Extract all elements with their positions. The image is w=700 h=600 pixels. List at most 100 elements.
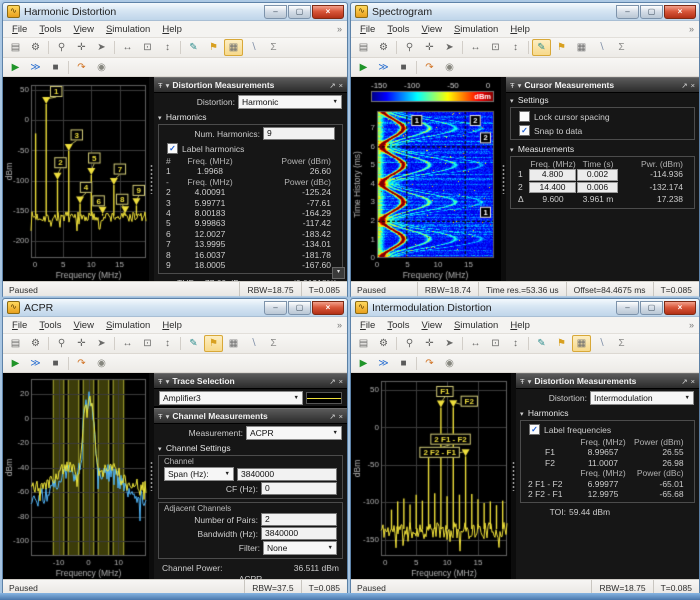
panel-collapse-icon[interactable]: ▾	[166, 377, 170, 386]
select-cursor-icon[interactable]: ➤	[92, 39, 111, 56]
print-icon[interactable]: ▤	[6, 39, 25, 56]
panel-collapse-icon[interactable]: ▾	[518, 81, 522, 90]
section-harmonics[interactable]: ▾ Harmonics	[516, 406, 699, 419]
panel-collapse-icon[interactable]: ▾	[166, 412, 170, 421]
axes-config-icon[interactable]: ∖	[244, 39, 263, 56]
cf-input[interactable]: 0	[261, 482, 337, 495]
peak-finder-icon[interactable]: ⚑	[552, 335, 571, 352]
axes-config-icon[interactable]: ∖	[244, 335, 263, 352]
signal-statistics-icon[interactable]: Σ	[264, 39, 283, 56]
menu-file[interactable]: File	[6, 23, 33, 36]
harmonic-spectrum-plot[interactable]	[3, 77, 149, 281]
menu-view[interactable]: View	[416, 319, 448, 332]
section-settings[interactable]: ▾ Settings	[506, 93, 699, 106]
span-x-icon[interactable]: ↔	[118, 335, 137, 352]
panel-pin-icon[interactable]: Ŧ	[510, 81, 515, 90]
acpr-spectrum-plot[interactable]	[3, 373, 149, 579]
menu-tools[interactable]: Tools	[381, 319, 415, 332]
panel-undock-icon[interactable]: ↗	[681, 377, 687, 386]
menu-view[interactable]: View	[68, 319, 100, 332]
section-measurements[interactable]: ▾ Measurements	[506, 142, 699, 155]
maximize-button[interactable]: ▢	[640, 4, 663, 19]
peak-finder-icon[interactable]: ⚑	[204, 39, 223, 56]
measurements-icon[interactable]: ▦	[572, 39, 591, 56]
panel-close-icon[interactable]: ×	[339, 412, 343, 421]
menu-overflow-icon[interactable]: »	[337, 320, 344, 330]
span-y-icon[interactable]: ↕	[506, 39, 525, 56]
select-cursor-icon[interactable]: ➤	[92, 335, 111, 352]
peak-finder-icon[interactable]: ⚑	[552, 39, 571, 56]
panel-close-icon[interactable]: ×	[339, 81, 343, 90]
trace-options-icon[interactable]: ✎	[184, 39, 203, 56]
peak-finder-icon[interactable]: ⚑	[204, 335, 223, 352]
panel-scroll-down-button[interactable]: ▾	[332, 267, 345, 279]
cursor1-freq-input[interactable]: 4.800	[529, 169, 576, 181]
run-icon[interactable]: ▶	[6, 59, 25, 76]
print-icon[interactable]: ▤	[354, 39, 373, 56]
num-harmonics-input[interactable]: 9	[263, 127, 335, 140]
menu-file[interactable]: File	[6, 319, 33, 332]
panel-close-icon[interactable]: ×	[691, 377, 695, 386]
stop-icon[interactable]: ■	[394, 355, 413, 372]
snapshot-icon[interactable]: ◉	[92, 59, 111, 76]
menu-simulation[interactable]: Simulation	[448, 319, 504, 332]
span-full-icon[interactable]: ⊡	[138, 335, 157, 352]
span-full-icon[interactable]: ⊡	[138, 39, 157, 56]
menu-file[interactable]: File	[354, 23, 381, 36]
step-forward-icon[interactable]: ≫	[26, 59, 45, 76]
close-button[interactable]: ×	[312, 4, 344, 19]
menu-file[interactable]: File	[354, 319, 381, 332]
print-icon[interactable]: ▤	[354, 335, 373, 352]
titlebar[interactable]: ∿ ACPR – ▢ ×	[3, 299, 347, 317]
spectrogram-plot[interactable]	[351, 77, 501, 281]
distortion-select[interactable]: Intermodulation ▼	[590, 391, 694, 405]
signal-statistics-icon[interactable]: Σ	[264, 335, 283, 352]
trace-options-icon[interactable]: ✎	[532, 39, 551, 56]
step-forward-icon[interactable]: ≫	[374, 355, 393, 372]
simulate-step-icon[interactable]: ↷	[72, 59, 91, 76]
menu-help[interactable]: Help	[156, 23, 188, 36]
panel-pin-icon[interactable]: Ŧ	[158, 412, 163, 421]
menu-simulation[interactable]: Simulation	[100, 319, 156, 332]
panel-collapse-icon[interactable]: ▾	[528, 377, 532, 386]
span-y-icon[interactable]: ↕	[158, 335, 177, 352]
menu-view[interactable]: View	[68, 23, 100, 36]
menu-view[interactable]: View	[416, 23, 448, 36]
run-icon[interactable]: ▶	[354, 59, 373, 76]
panel-close-icon[interactable]: ×	[339, 377, 343, 386]
simulate-step-icon[interactable]: ↷	[72, 355, 91, 372]
panel-close-icon[interactable]: ×	[691, 81, 695, 90]
snapshot-icon[interactable]: ◉	[440, 59, 459, 76]
menu-overflow-icon[interactable]: »	[689, 320, 696, 330]
imd-spectrum-plot[interactable]	[351, 373, 511, 579]
zoom-in-icon[interactable]: ⚲	[400, 335, 419, 352]
span-full-icon[interactable]: ⊡	[486, 39, 505, 56]
cursor2-time-input[interactable]: 0.006	[577, 181, 618, 194]
print-icon[interactable]: ▤	[6, 335, 25, 352]
panel-undock-icon[interactable]: ↗	[329, 412, 335, 421]
axes-config-icon[interactable]: ∖	[592, 39, 611, 56]
menu-simulation[interactable]: Simulation	[448, 23, 504, 36]
menu-help[interactable]: Help	[156, 319, 188, 332]
menu-overflow-icon[interactable]: »	[337, 24, 344, 34]
settings-icon[interactable]: ⚙	[374, 39, 393, 56]
panel-pin-icon[interactable]: Ŧ	[520, 377, 525, 386]
span-full-icon[interactable]: ⊡	[486, 335, 505, 352]
trace-options-icon[interactable]: ✎	[532, 335, 551, 352]
menu-tools[interactable]: Tools	[381, 23, 415, 36]
filter-select[interactable]: None ▼	[263, 541, 337, 555]
zoom-in-icon[interactable]: ⚲	[52, 39, 71, 56]
trace-select[interactable]: Amplifier3 ▼	[159, 391, 303, 405]
section-harmonics[interactable]: ▾ Harmonics	[154, 110, 347, 123]
panel-undock-icon[interactable]: ↗	[329, 377, 335, 386]
run-icon[interactable]: ▶	[354, 355, 373, 372]
section-channel-settings[interactable]: ▾ Channel Settings	[154, 441, 347, 454]
simulate-step-icon[interactable]: ↷	[420, 355, 439, 372]
label-harmonics-checkbox[interactable]: ✓	[167, 143, 178, 154]
titlebar[interactable]: ∿ Harmonic Distortion – ▢ ×	[3, 3, 347, 21]
maximize-button[interactable]: ▢	[288, 300, 311, 315]
run-icon[interactable]: ▶	[6, 355, 25, 372]
zoom-in-icon[interactable]: ⚲	[400, 39, 419, 56]
stop-icon[interactable]: ■	[394, 59, 413, 76]
titlebar[interactable]: ∿ Spectrogram – ▢ ×	[351, 3, 699, 21]
